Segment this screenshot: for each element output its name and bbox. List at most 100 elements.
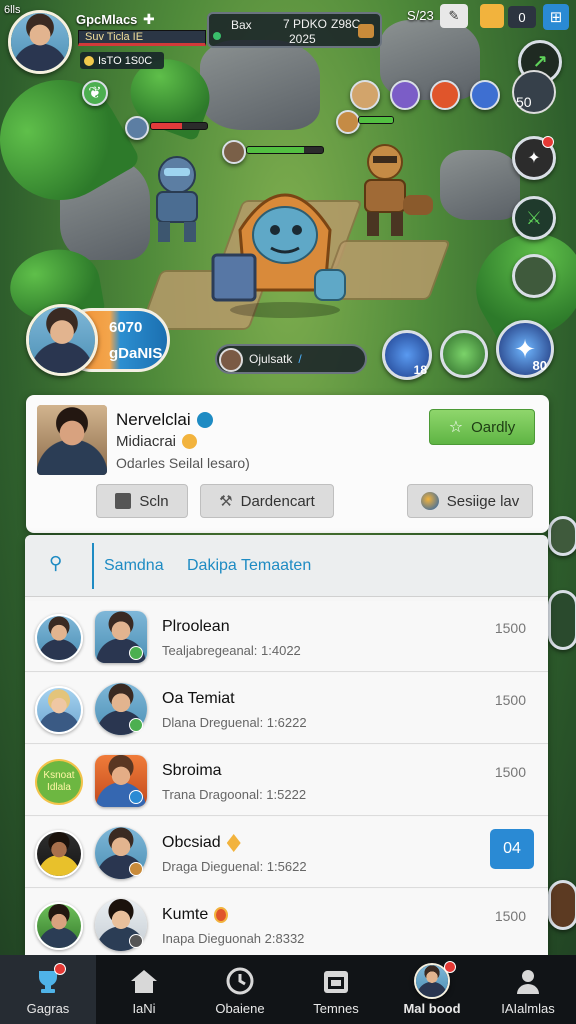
side-ally-icon[interactable] [548,516,576,556]
profile-subtitle: Midiacrai [116,433,177,450]
profile-photo[interactable] [37,405,107,475]
home-icon [129,967,159,995]
hero-health-bar [246,146,324,154]
side-item-icon[interactable] [548,880,576,930]
rock-decoration [200,40,320,130]
row-score: 1500 [494,764,526,780]
online-badge [129,646,143,660]
profile-button-2[interactable]: ⚒ Dardencart [200,484,334,518]
tab-2[interactable]: Dakipa Temaaten [187,557,311,575]
ally-icon[interactable] [512,254,556,298]
nav-label: Obaiene [215,1001,265,1016]
hero-icon [222,140,246,164]
enemy-icon [125,116,149,140]
resource-label: Bax [231,18,252,32]
profile-subtitle-row: Midiacrai [116,433,198,450]
enemy-level-avatar[interactable]: 50 [512,70,556,114]
blue-robot-enemy[interactable] [140,150,215,245]
nav-item-temnes[interactable]: Temnes [288,955,384,1024]
list-item[interactable]: Ksnoat Idlala Sbroima Trana Dragoonal: 1… [25,745,548,816]
row-name: Kumte [162,906,209,923]
player-stat-label: IsTO 1S0C [98,54,153,67]
skill-count: 18 [413,363,427,377]
globe-icon [420,492,439,510]
resource-line2: 2025 [289,32,316,46]
tab-1[interactable]: Samdna [104,557,164,575]
list-item[interactable]: Plroolean Tealjabregeanal: 1:4022 1500 [25,601,548,672]
enemy-icon[interactable] [390,80,420,110]
nav-item-iani[interactable]: IaNi [96,955,192,1024]
row-name-wrap: Obcsiad [162,834,241,852]
list-item[interactable]: Obcsiad Draga Dieguenal: 1:5622 04 [25,817,548,888]
row-action-button[interactable]: 04 [490,829,534,869]
player-avatar[interactable] [8,10,72,74]
row-subtitle: Draga Dieguenal: 1:5622 [162,859,307,874]
ice-skill-icon[interactable]: 18 [382,330,432,380]
rank-badge [129,934,143,948]
player-badge-avatar[interactable] [26,304,98,376]
poison-skill-icon[interactable] [440,330,488,378]
map-icon[interactable]: ⊞ [543,4,569,30]
row-subtitle: Tealjabregeanal: 1:4022 [162,643,301,658]
enemy-icon [336,110,360,134]
profile-button-3[interactable]: Sesiige lav [407,484,533,518]
bottom-nav: Gagras IaNi Obaiene Temnes Mal bood IAIa… [0,955,576,1024]
armored-warrior-enemy[interactable] [345,140,435,240]
rock-decoration [440,150,520,220]
green-sword-icon[interactable]: ⚔ [512,196,556,240]
enemy-icon[interactable] [350,80,380,110]
clock-icon [225,967,255,995]
badge-value1: 6070 [109,319,143,336]
nav-label: IAIalmlas [501,1001,555,1016]
notification-dot [542,136,554,148]
star-skill-icon[interactable]: ✦ 80 [496,320,554,378]
list-item[interactable]: Kumte Inapa Dieguonah 2:8332 1500 [25,889,548,955]
nav-item-gagras[interactable]: Gagras [0,955,96,1024]
plus-icon[interactable]: ✚ [143,11,155,28]
nav-label: Temnes [313,1001,359,1016]
row-score: 1500 [494,620,526,636]
status-time: S/23 [407,8,434,23]
medal-icon [182,434,198,449]
hammer-icon: ⚒ [219,493,233,510]
tab-divider [92,543,94,589]
profile-name-row: Nervelclai [116,410,213,430]
pencil-icon[interactable]: ✎ [440,4,468,28]
row-name: Obcsiad [162,834,221,851]
leaf-skill-icon[interactable]: ❦ [82,80,108,106]
list-item[interactable]: Oa Temiat Dlana Dreguenal: 1:6222 1500 [25,673,548,744]
calendar-icon [321,967,351,995]
player-title-bar: Suv Ticla IE [78,30,206,46]
row-subtitle: Trana Dragoonal: 1:5222 [162,787,307,802]
row-name: Sbroima [162,762,222,779]
coin-icon [84,55,94,66]
crystal-icon[interactable] [470,80,500,110]
row-name: Plroolean [162,618,230,635]
user-icon[interactable]: ⚲ [49,553,71,577]
resource-box: Bax 7 PDKO 2025 Z98C [207,12,382,48]
verified-icon [196,412,213,428]
profile-button-2-label: Dardencart [240,492,315,510]
hooded-blue-creature[interactable] [205,160,365,320]
rank-avatar [35,614,83,662]
person-icon [513,967,543,995]
row-subtitle: Dlana Dreguenal: 1:6222 [162,715,307,730]
action-avatar [219,348,243,372]
primary-action-button[interactable]: ☆ Oardly [429,409,535,445]
action-pill[interactable]: Ojulsatk / [215,344,367,374]
nav-item-iaialmlas[interactable]: IAIalmlas [480,955,576,1024]
enemy-level: 50 [516,94,532,110]
profile-button-3-label: Sesiige lav [446,492,520,510]
flame-icon[interactable] [430,80,460,110]
player-name: GpcMlacs [76,12,138,27]
side-sword-icon[interactable] [548,590,576,650]
star-icon: ☆ [448,419,464,436]
profile-card: Nervelclai Midiacrai Odarles Seilal lesa… [26,395,549,533]
team-badge: Ksnoat Idlala [35,759,83,805]
gold-icon[interactable] [480,4,504,28]
nav-item-obaiene[interactable]: Obaiene [192,955,288,1024]
nav-item-mal-bood[interactable]: Mal bood [384,955,480,1024]
profile-button-1[interactable]: Scln [96,484,188,518]
chest-icon [358,24,374,38]
skill-count: 80 [532,358,547,373]
